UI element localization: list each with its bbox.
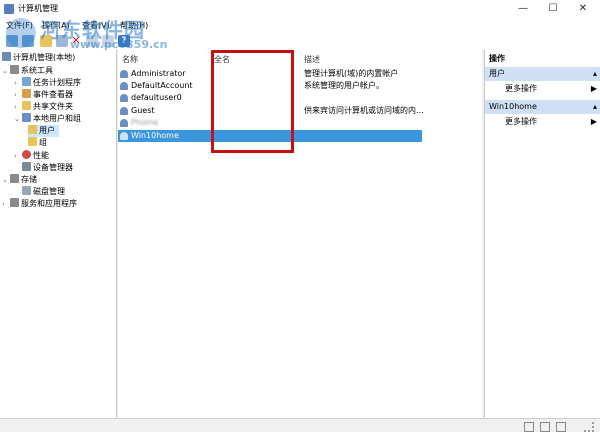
user-icon xyxy=(120,107,128,115)
user-list: 名称 全名 描述 Administrator 管理计算机(域)的内置帐户 Def… xyxy=(118,50,482,418)
highlight-box xyxy=(211,50,294,153)
expand-arrow-icon[interactable]: ⌄ xyxy=(2,174,10,186)
tree-item-task-scheduler[interactable]: › 任务计划程序 xyxy=(14,77,81,89)
section-title: 用户 xyxy=(489,69,505,78)
user-icon xyxy=(120,94,128,102)
tree-item-system-tools[interactable]: ⌄ 系统工具 xyxy=(2,65,53,77)
performance-icon xyxy=(22,150,31,159)
column-header-name[interactable]: 名称 xyxy=(122,54,138,65)
tree-item-storage[interactable]: ⌄ 存储 xyxy=(2,174,37,186)
actions-pane: 操作 用户 ▴ 更多操作 ▶ Win10home ▴ 更多操作 ▶ xyxy=(484,50,600,418)
actions-section-users[interactable]: 用户 ▴ xyxy=(485,67,600,81)
maximize-button[interactable]: ☐ xyxy=(538,0,568,18)
services-icon xyxy=(10,198,19,207)
tree-item-label: 共享文件夹 xyxy=(33,102,73,111)
user-icon xyxy=(120,82,128,90)
collapse-arrow-icon[interactable]: › xyxy=(14,89,22,101)
user-name: Win10home xyxy=(131,131,179,140)
tree-root-label: 计算机管理(本地) xyxy=(13,53,76,62)
tree-item-local-users-groups[interactable]: ⌄ 本地用户和组 xyxy=(14,113,81,125)
tree-item-users[interactable]: 用户 xyxy=(28,125,59,137)
tree-item-label: 性能 xyxy=(33,151,49,160)
more-actions-label: 更多操作 xyxy=(505,117,537,126)
window-title: 计算机管理 xyxy=(18,4,58,13)
tree-item-label: 用户 xyxy=(39,126,55,135)
tree-item-label: 系统工具 xyxy=(21,66,53,75)
clock-icon xyxy=(22,77,31,86)
tree-item-performance[interactable]: › 性能 xyxy=(14,150,49,162)
folder-icon xyxy=(28,125,37,134)
actions-section-selected-user[interactable]: Win10home ▴ xyxy=(485,100,600,114)
collapse-arrow-icon[interactable]: › xyxy=(14,101,22,113)
tree-item-device-manager[interactable]: 设备管理器 xyxy=(14,162,73,174)
user-name: Guest xyxy=(131,106,155,115)
tree-item-groups[interactable]: 组 xyxy=(28,137,47,149)
tools-icon xyxy=(10,65,19,74)
expand-arrow-icon[interactable]: ⌄ xyxy=(2,65,10,77)
tree-item-label: 磁盘管理 xyxy=(33,187,65,196)
user-name: Administrator xyxy=(131,69,186,78)
section-title: Win10home xyxy=(489,102,537,111)
status-bar xyxy=(0,418,600,432)
tree-item-label: 事件查看器 xyxy=(33,90,73,99)
user-description: 供来宾访问计算机或访问域的内... xyxy=(304,106,424,115)
watermark-logo-icon xyxy=(6,18,36,48)
event-log-icon xyxy=(22,89,31,98)
tree-item-disk-management[interactable]: 磁盘管理 xyxy=(14,186,65,198)
computer-icon xyxy=(2,52,11,61)
app-icon xyxy=(4,4,14,14)
users-icon xyxy=(22,113,31,122)
collapse-up-icon[interactable]: ▴ xyxy=(593,67,597,81)
tree-item-shared-folders[interactable]: › 共享文件夹 xyxy=(14,101,73,113)
collapse-arrow-icon[interactable]: › xyxy=(14,77,22,89)
minimize-button[interactable]: — xyxy=(508,0,538,18)
user-icon xyxy=(120,70,128,78)
more-actions-item[interactable]: 更多操作 ▶ xyxy=(485,83,600,95)
storage-icon xyxy=(10,174,19,183)
close-button[interactable]: ✕ xyxy=(568,0,598,18)
tree-item-label: 任务计划程序 xyxy=(33,78,81,87)
collapse-arrow-icon[interactable]: › xyxy=(14,150,22,162)
collapse-up-icon[interactable]: ▴ xyxy=(593,100,597,114)
more-actions-label: 更多操作 xyxy=(505,84,537,93)
submenu-arrow-icon: ▶ xyxy=(590,117,597,126)
folder-icon xyxy=(28,137,37,146)
shared-folder-icon xyxy=(22,101,31,110)
tree-item-event-viewer[interactable]: › 事件查看器 xyxy=(14,89,73,101)
user-icon xyxy=(120,119,128,127)
tree-item-label: 设备管理器 xyxy=(33,163,73,172)
tree-item-services-apps[interactable]: › 服务和应用程序 xyxy=(2,198,77,210)
tree-item-label: 存储 xyxy=(21,175,37,184)
user-name: defaultuser0 xyxy=(131,93,182,102)
expand-arrow-icon[interactable]: ⌄ xyxy=(14,113,22,125)
column-header-description[interactable]: 描述 xyxy=(304,54,320,65)
tree-root[interactable]: 计算机管理(本地) xyxy=(2,52,75,64)
navigation-tree: 计算机管理(本地) ⌄ 系统工具 › 任务计划程序 › 事件查看器 › 共享文件夹 ⌄ 本… xyxy=(0,50,117,418)
user-description: 管理计算机(域)的内置帐户 xyxy=(304,69,399,78)
tree-item-label: 组 xyxy=(39,138,47,147)
disk-icon xyxy=(22,186,31,195)
submenu-arrow-icon: ▶ xyxy=(590,84,597,93)
user-description: 系统管理的用户帐户。 xyxy=(304,81,384,90)
user-name: Phome xyxy=(131,118,159,127)
device-manager-icon xyxy=(22,162,31,171)
actions-title: 操作 xyxy=(489,54,505,63)
more-actions-item[interactable]: 更多操作 ▶ xyxy=(485,116,600,128)
collapse-arrow-icon[interactable]: › xyxy=(2,198,10,210)
user-name: DefaultAccount xyxy=(131,81,193,90)
tree-item-label: 本地用户和组 xyxy=(33,114,81,123)
tree-item-label: 服务和应用程序 xyxy=(21,199,77,208)
user-icon xyxy=(120,132,128,140)
